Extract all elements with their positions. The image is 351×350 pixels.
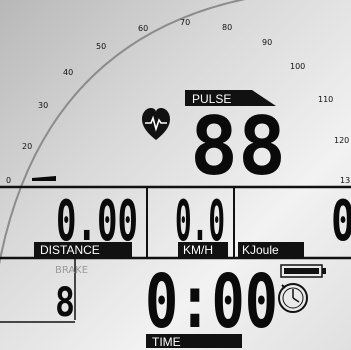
scale-tick-90: 90: [262, 38, 272, 47]
pulse-scale: 0 20 30 40 50 60 70 80 90 100 110 120 13: [6, 18, 350, 185]
clock-icon: [278, 283, 308, 313]
battery-icon: [280, 264, 326, 278]
time-label: TIME: [152, 335, 181, 349]
console-display: 0 20 30 40 50 60 70 80 90 100 110 120 13…: [0, 0, 351, 349]
speed-label-tag: KM/H: [178, 242, 228, 257]
pulse-value: 88: [190, 100, 286, 193]
brake-label: BRAKE: [55, 265, 88, 276]
scale-tick-0: 0: [6, 176, 11, 185]
scale-tick-110: 110: [318, 95, 333, 104]
scale-tick-30: 30: [38, 101, 48, 110]
scale-tick-100: 100: [290, 62, 305, 71]
distance-label: DISTANCE: [40, 243, 100, 257]
time-label-tag: TIME: [146, 334, 242, 349]
scale-tick-70: 70: [180, 18, 190, 27]
energy-label: KJoule: [242, 243, 279, 257]
energy-value: 0: [331, 189, 351, 254]
scale-tick-130: 13: [340, 176, 350, 185]
speed-label: KM/H: [183, 243, 213, 257]
scale-tick-40: 40: [63, 68, 73, 77]
scale-tick-120: 120: [334, 136, 349, 145]
energy-label-tag: KJoule: [238, 242, 304, 257]
distance-label-tag: DISTANCE: [34, 242, 132, 257]
time-value: 0:00: [145, 259, 278, 345]
scale-tick-60: 60: [138, 24, 148, 33]
scale-tick-80: 80: [222, 23, 232, 32]
heart-pulse-icon: [142, 108, 170, 140]
pulse-scale-indicator: [32, 176, 56, 181]
brake-value: 8: [55, 280, 75, 326]
scale-tick-50: 50: [96, 42, 106, 51]
scale-tick-20: 20: [22, 142, 32, 151]
